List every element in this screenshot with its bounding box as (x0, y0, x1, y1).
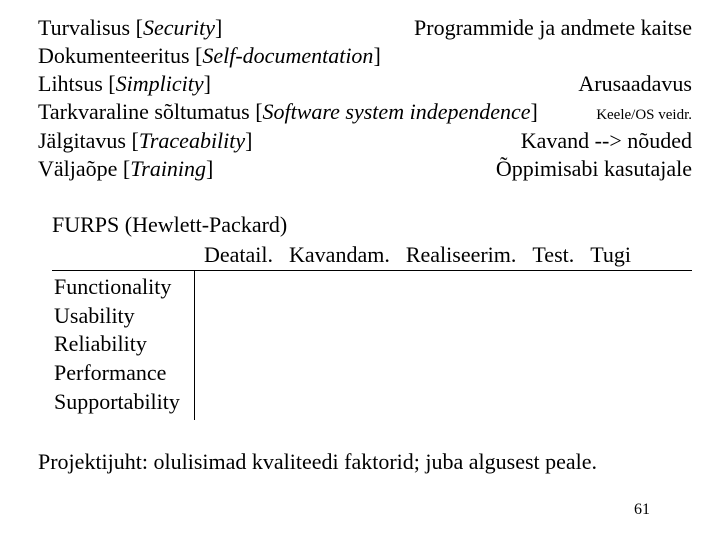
furps-col: Realiseerim. (406, 241, 517, 269)
furps-col: Test. (532, 241, 574, 269)
footer-text: Projektijuht: olulisimad kvaliteedi fakt… (38, 448, 692, 476)
furps-col: Tugi (590, 241, 631, 269)
furps-row: Functionality (54, 273, 194, 302)
furps-col: Deatail. (204, 241, 273, 269)
term-en: Simplicity (116, 71, 204, 96)
furps-row: Performance (54, 359, 194, 388)
furps-col: Kavandam. (289, 241, 390, 269)
term-et: Tarkvaraline sõltumatus (38, 99, 250, 124)
term-left: Tarkvaraline sõltumatus [Software system… (38, 98, 538, 126)
furps-body: Functionality Usability Reliability Perf… (52, 271, 692, 420)
term-row: Väljaõpe [Training] Õppimisabi kasutajal… (38, 155, 692, 183)
term-row: Jälgitavus [Traceability] Kavand --> nõu… (38, 127, 692, 155)
furps-row: Reliability (54, 330, 194, 359)
term-left: Lihtsus [Simplicity] (38, 70, 211, 98)
term-row: Tarkvaraline sõltumatus [Software system… (38, 98, 692, 126)
term-en: Security (143, 15, 215, 40)
term-et: Dokumenteeritus (38, 43, 190, 68)
term-en: Self-documentation (202, 43, 373, 68)
term-left: Jälgitavus [Traceability] (38, 127, 252, 155)
term-row: Turvalisus [Security] Programmide ja and… (38, 14, 692, 42)
term-et: Lihtsus (38, 71, 103, 96)
term-et: Turvalisus (38, 15, 130, 40)
term-left: Dokumenteeritus [Self-documentation] (38, 42, 381, 70)
term-en: Traceability (139, 128, 245, 153)
term-desc: Arusaadavus (578, 70, 692, 98)
furps-block: FURPS (Hewlett-Packard) Deatail. Kavanda… (52, 211, 692, 420)
furps-corner (54, 241, 194, 269)
term-row: Lihtsus [Simplicity] Arusaadavus (38, 70, 692, 98)
term-en: Software system independence (263, 99, 531, 124)
furps-title: FURPS (Hewlett-Packard) (52, 211, 692, 239)
term-left: Turvalisus [Security] (38, 14, 222, 42)
term-et: Väljaõpe (38, 156, 117, 181)
furps-row: Usability (54, 302, 194, 331)
term-desc: Õppimisabi kasutajale (496, 155, 692, 183)
furps-header: Deatail. Kavandam. Realiseerim. Test. Tu… (52, 241, 692, 271)
furps-row: Supportability (54, 388, 194, 417)
term-row: Dokumenteeritus [Self-documentation] (38, 42, 692, 70)
page-number: 61 (634, 500, 650, 520)
term-desc: Keele/OS veidr. (596, 106, 692, 125)
furps-columns: Deatail. Kavandam. Realiseerim. Test. Tu… (194, 241, 686, 269)
furps-rows: Functionality Usability Reliability Perf… (52, 271, 195, 420)
term-desc: Kavand --> nõuded (521, 127, 692, 155)
term-left: Väljaõpe [Training] (38, 155, 213, 183)
term-desc: Programmide ja andmete kaitse (414, 14, 692, 42)
term-en: Training (130, 156, 206, 181)
slide: Turvalisus [Security] Programmide ja and… (0, 0, 720, 540)
term-et: Jälgitavus (38, 128, 126, 153)
